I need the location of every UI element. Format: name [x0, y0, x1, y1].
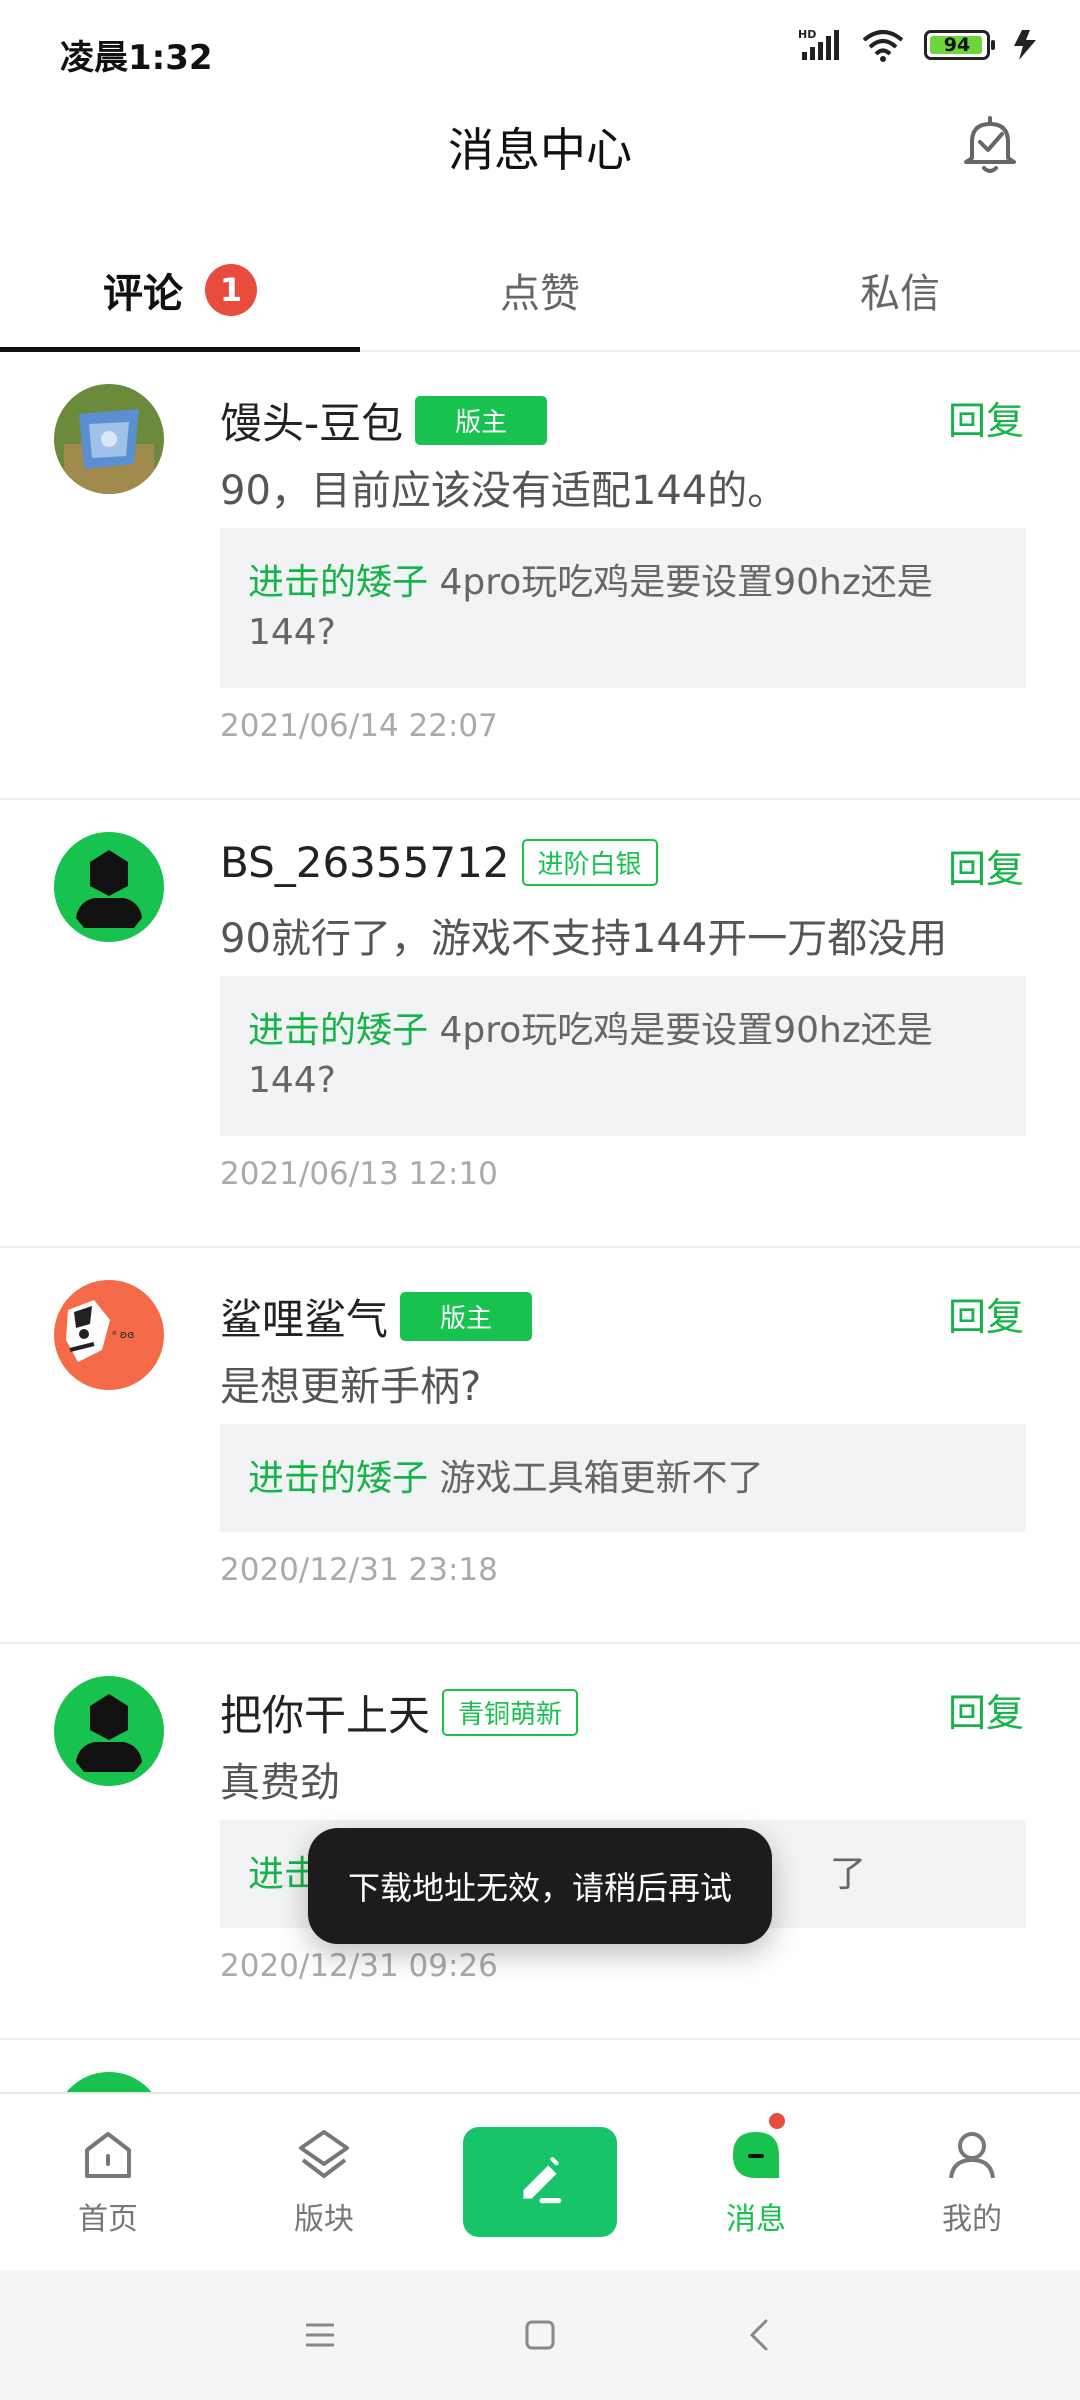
reply-button[interactable]: 回复 [948, 390, 1024, 445]
comment-text: 是想更新手柄? [220, 1364, 482, 1410]
nav-label: 首页 [78, 2202, 138, 2237]
signal-icon: HD [798, 28, 839, 60]
comment-text: 90，目前应该没有适配144的。 [220, 468, 788, 514]
user-name[interactable]: 把你干上天 [220, 1682, 430, 1743]
list-item[interactable]: ᵃ ʚɞ 鲨哩鲨气 版主 回复 是想更新手柄? 进击的矮子 游戏工具箱更新不了 … [0, 1248, 1080, 1644]
status-icons: HD 94 [798, 28, 1040, 62]
user-rank-badge: 进阶白银 [521, 839, 658, 886]
bottom-nav: 首页 版块 消息 我的 [0, 2092, 1080, 2270]
user-name-row: 馒头-豆包 版主 [220, 390, 548, 451]
user-name-row: BS_26355712 进阶白银 [220, 838, 658, 887]
reply-button[interactable]: 回复 [948, 1286, 1024, 1341]
user-name[interactable]: 馒头-豆包 [220, 390, 403, 451]
bell-check-icon[interactable] [960, 112, 1020, 176]
quoted-post[interactable]: 进击的矮子 4pro玩吃鸡是要设置90hz还是144? [220, 976, 1026, 1136]
quoted-post[interactable]: 进击的矮子 游戏工具箱更新不了 [220, 1424, 1026, 1532]
tab-comments[interactable]: 评论 1 [0, 230, 360, 352]
comment-text: 90就行了，游戏不支持144开一万都没用 [220, 916, 948, 962]
tab-label: 评论 [103, 271, 183, 317]
status-time: 凌晨1:32 [60, 38, 213, 78]
timestamp: 2021/06/14 22:07 [220, 708, 498, 744]
layers-icon [299, 2130, 349, 2178]
list-item[interactable]: 馒头-豆包 版主 回复 90，目前应该没有适配144的。 进击的矮子 4pro玩… [0, 352, 1080, 800]
user-name[interactable]: BS_26355712 [220, 838, 510, 887]
wifi-icon [862, 30, 904, 62]
status-bar: 凌晨1:32 HD 94 [0, 0, 1080, 100]
charging-icon [1014, 30, 1036, 60]
home-icon [85, 2132, 131, 2178]
notification-dot [766, 2110, 788, 2132]
reply-button[interactable]: 回复 [948, 1682, 1024, 1737]
nav-label: 消息 [726, 2202, 786, 2237]
timestamp: 2021/06/13 12:10 [220, 1156, 498, 1192]
timestamp: 2020/12/31 23:18 [220, 1552, 498, 1588]
svg-text:ᵃ ʚɞ: ᵃ ʚɞ [112, 1328, 134, 1341]
message-icon [733, 2132, 779, 2178]
compose-icon [523, 2157, 562, 2204]
message-tabs: 评论 1 点赞 私信 [0, 230, 1080, 352]
battery-level: 94 [943, 34, 971, 56]
user-name[interactable]: 鲨哩鲨气 [220, 1286, 388, 1347]
tab-label: 私信 [860, 271, 940, 317]
unread-badge: 1 [205, 264, 257, 316]
system-navigation-bar [0, 2270, 1080, 2400]
avatar[interactable] [54, 1676, 164, 1786]
user-icon [949, 2132, 995, 2179]
nav-compose[interactable] [432, 2094, 648, 2270]
page-title: 消息中心 [448, 123, 632, 177]
nav-label: 我的 [942, 2202, 1002, 2237]
nav-sections[interactable]: 版块 [216, 2094, 432, 2270]
avatar[interactable]: ᵃ ʚɞ [54, 1280, 164, 1390]
list-item[interactable] [0, 2040, 1080, 2092]
nav-profile[interactable]: 我的 [864, 2094, 1080, 2270]
battery-indicator: 94 [924, 30, 995, 60]
header: 消息中心 [0, 100, 1080, 190]
nav-label: 版块 [294, 2202, 354, 2237]
toast-message: 下载地址无效，请稍后再试 [308, 1828, 772, 1944]
quoted-user: 进击的矮子 [248, 562, 429, 603]
compose-button[interactable] [463, 2127, 617, 2237]
avatar[interactable] [54, 384, 164, 494]
user-rank-badge: 版主 [415, 396, 548, 445]
tab-likes[interactable]: 点赞 [360, 230, 720, 350]
quoted-user: 进击的矮子 [248, 1458, 429, 1499]
tab-label: 点赞 [500, 271, 580, 317]
tab-private-messages[interactable]: 私信 [720, 230, 1080, 350]
reply-button[interactable]: 回复 [948, 838, 1024, 893]
timestamp: 2020/12/31 09:26 [220, 1948, 498, 1984]
quoted-text: 游戏工具箱更新不了 [428, 1458, 764, 1499]
list-item[interactable]: BS_26355712 进阶白银 回复 90就行了，游戏不支持144开一万都没用… [0, 800, 1080, 1248]
quoted-post[interactable]: 进击的矮子 4pro玩吃鸡是要设置90hz还是144? [220, 528, 1026, 688]
network-type-label: HD [798, 28, 816, 41]
avatar[interactable] [54, 832, 164, 942]
menu-icon[interactable] [300, 2315, 340, 2355]
user-rank-badge: 版主 [400, 1292, 533, 1341]
back-icon[interactable] [740, 2315, 780, 2355]
nav-home[interactable]: 首页 [0, 2094, 216, 2270]
quoted-user: 进击的矮子 [248, 1010, 429, 1051]
user-name-row: 把你干上天 青铜萌新 [220, 1682, 579, 1743]
nav-messages[interactable]: 消息 [648, 2094, 864, 2270]
user-rank-badge: 青铜萌新 [442, 1689, 579, 1736]
comment-text: 真费劲 [220, 1760, 340, 1806]
home-square-icon[interactable] [520, 2315, 560, 2355]
user-name-row: 鲨哩鲨气 版主 [220, 1286, 533, 1347]
quoted-text: 了 [830, 1854, 867, 1895]
avatar[interactable] [54, 2072, 164, 2092]
